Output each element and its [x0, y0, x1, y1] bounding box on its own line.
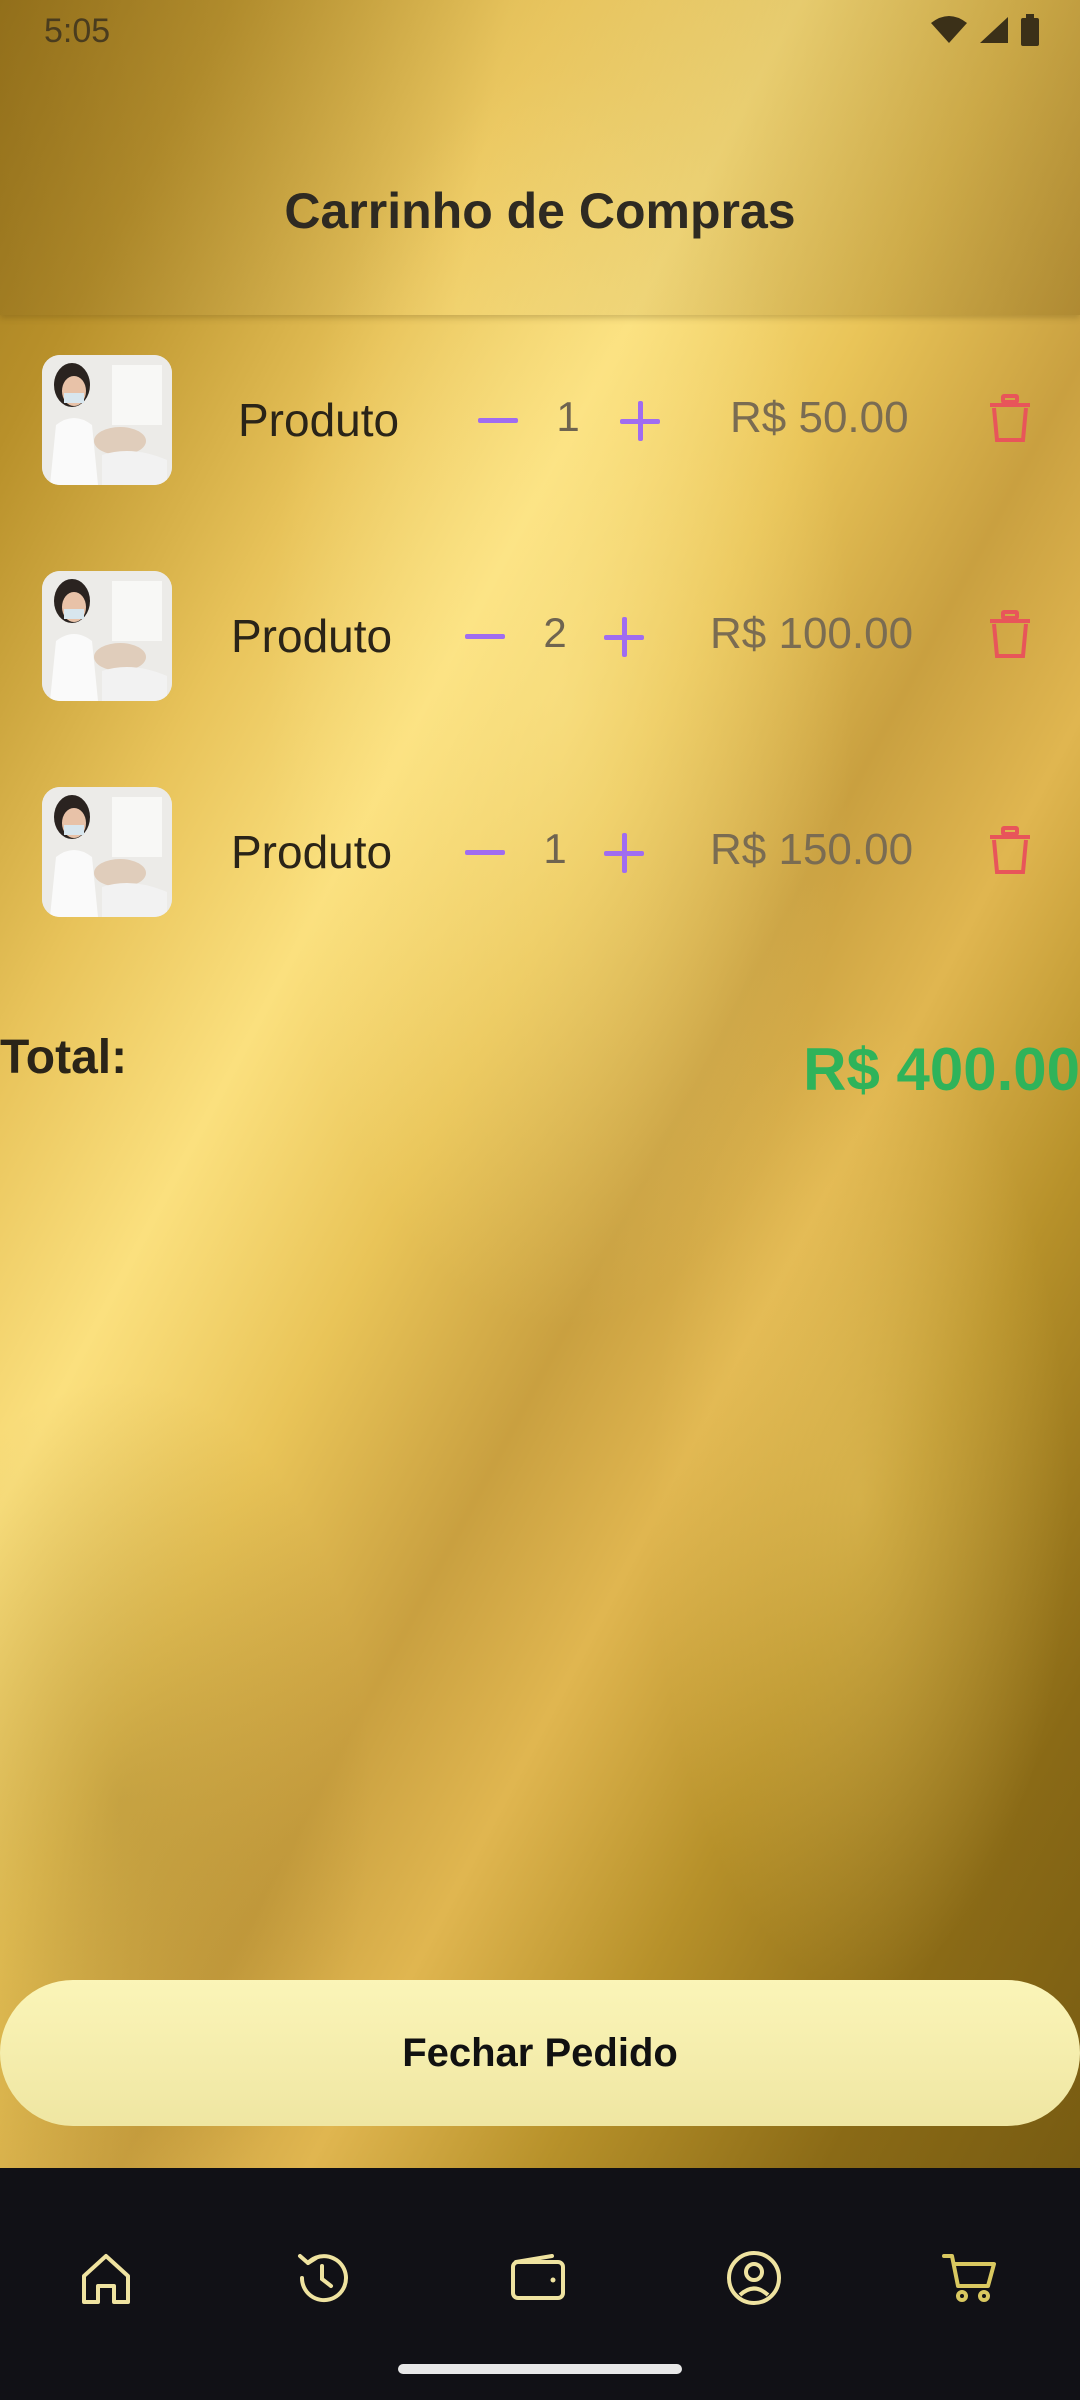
decrease-quantity-button[interactable] — [455, 597, 515, 677]
cellular-signal-icon — [980, 17, 1008, 43]
profile-icon — [727, 2251, 781, 2305]
nav-item-home[interactable] — [56, 2228, 156, 2328]
product-image — [42, 787, 172, 917]
total-label: Total: — [0, 1031, 128, 1084]
minus-icon — [478, 418, 518, 423]
delete-item-button[interactable] — [980, 815, 1040, 885]
delete-item-button[interactable] — [980, 383, 1040, 453]
increase-quantity-button[interactable] — [594, 597, 654, 677]
minus-icon — [465, 634, 505, 639]
item-name: Produto — [238, 394, 400, 446]
quantity-value: 2 — [543, 609, 567, 656]
checkout-button[interactable]: Fechar Pedido — [0, 1980, 1080, 2126]
increase-quantity-button[interactable] — [610, 381, 670, 461]
nav-item-wallet[interactable] — [488, 2228, 588, 2328]
delete-item-button[interactable] — [980, 599, 1040, 669]
item-name: Produto — [231, 610, 393, 662]
cart-icon — [942, 2254, 996, 2302]
quantity-value: 1 — [556, 393, 580, 440]
history-icon — [298, 2254, 348, 2303]
product-image — [42, 355, 172, 485]
cart-item: Produto 1 R$ 150.00 — [0, 787, 1080, 919]
wifi-icon — [931, 16, 967, 43]
trash-icon — [990, 826, 1030, 874]
item-name: Produto — [231, 826, 393, 878]
plus-icon — [620, 401, 660, 441]
status-bar: 5:05 — [0, 0, 1080, 60]
home-icon — [82, 2254, 130, 2304]
battery-icon — [1021, 14, 1039, 46]
item-price: R$ 50.00 — [730, 393, 909, 442]
checkout-label: Fechar Pedido — [402, 2030, 678, 2075]
home-indicator — [398, 2364, 682, 2374]
app-header: 5:05 Carrinho de Compras — [0, 0, 1080, 315]
decrease-quantity-button[interactable] — [468, 381, 528, 461]
trash-icon — [990, 394, 1030, 442]
status-icons — [930, 14, 1040, 46]
page-title: Carrinho de Compras — [284, 183, 796, 239]
nav-item-history[interactable] — [272, 2228, 372, 2328]
quantity-value: 1 — [543, 825, 567, 872]
trash-icon — [990, 610, 1030, 658]
minus-icon — [465, 850, 505, 855]
item-price: R$ 150.00 — [710, 825, 914, 874]
plus-icon — [604, 617, 644, 657]
status-time: 5:05 — [44, 12, 111, 50]
increase-quantity-button[interactable] — [594, 813, 654, 893]
nav-item-profile[interactable] — [704, 2228, 804, 2328]
item-price: R$ 100.00 — [710, 609, 914, 658]
wallet-icon — [511, 2254, 565, 2300]
total-value: R$ 400.00 — [803, 1036, 1080, 1103]
product-image — [42, 571, 172, 701]
plus-icon — [604, 833, 644, 873]
nav-item-cart[interactable] — [920, 2228, 1020, 2328]
cart-item: Produto 2 R$ 100.00 — [0, 571, 1080, 703]
decrease-quantity-button[interactable] — [455, 813, 515, 893]
cart-item: Produto 1 R$ 50.00 — [0, 355, 1080, 487]
